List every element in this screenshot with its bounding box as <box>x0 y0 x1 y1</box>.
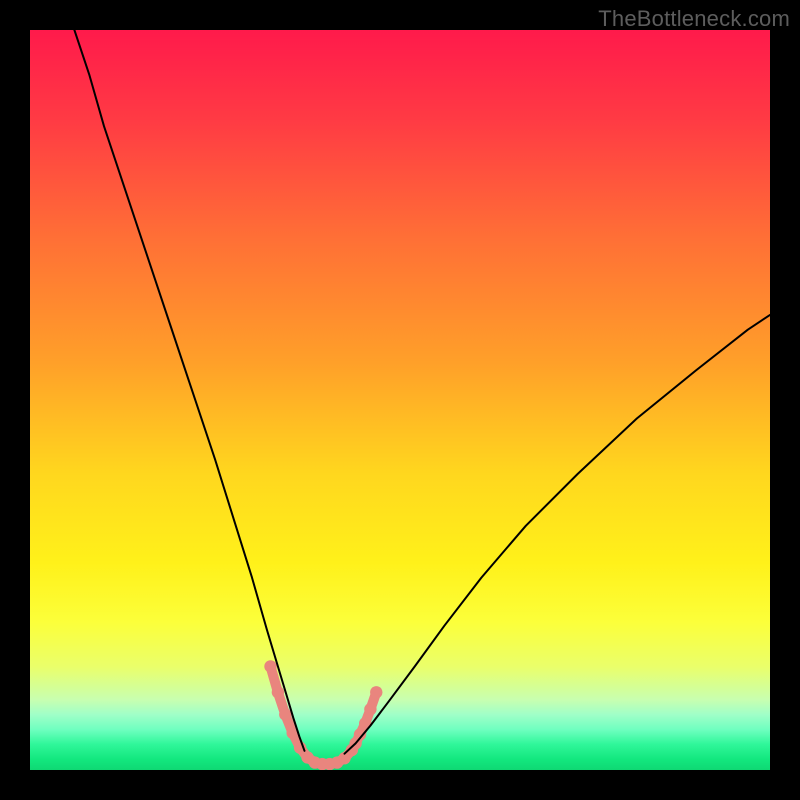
trough-node <box>279 708 291 720</box>
trough-node <box>364 703 376 715</box>
plot-area <box>30 30 770 770</box>
trough-node <box>370 686 382 698</box>
trough-node <box>264 660 276 672</box>
chart-frame: TheBottleneck.com <box>0 0 800 800</box>
series-right-curve <box>345 315 771 754</box>
series-left-curve <box>74 30 304 751</box>
trough-node <box>272 686 284 698</box>
watermark-text: TheBottleneck.com <box>598 6 790 32</box>
curves-layer <box>30 30 770 770</box>
